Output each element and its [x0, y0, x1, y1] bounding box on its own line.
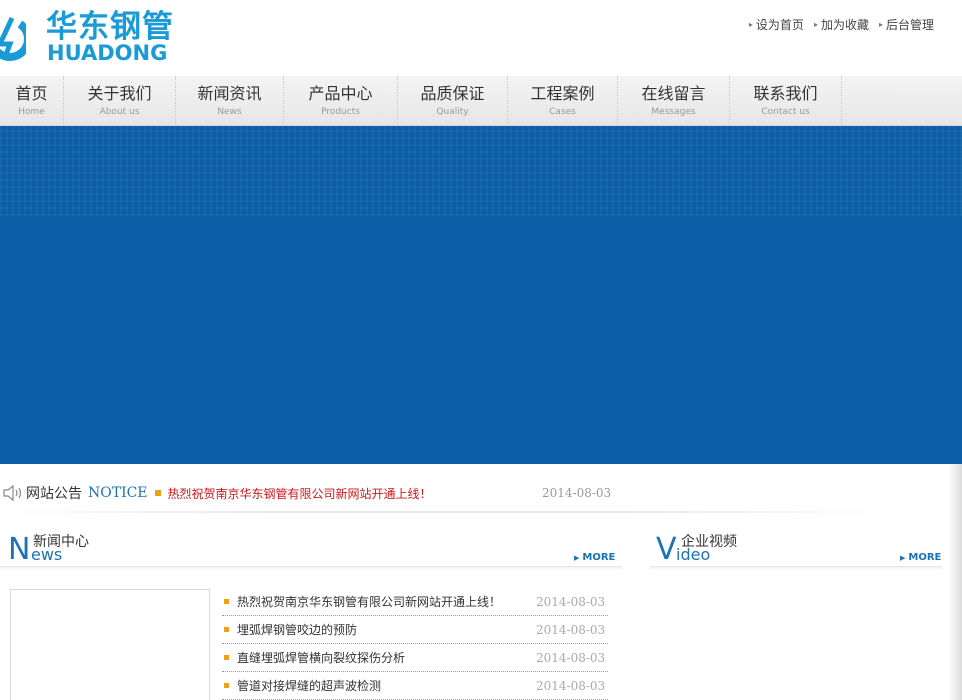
news-list: 热烈祝贺南京华东钢管有限公司新网站开通上线！ 2014-08-03 埋弧焊钢管咬…: [222, 588, 608, 700]
arrow-right-icon: ▸: [813, 20, 818, 29]
main-nav: 首页 Home 关于我们 About us 新闻资讯 News 产品中心 Pro…: [0, 76, 962, 126]
nav-item-products[interactable]: 产品中心 Products: [284, 76, 398, 126]
news-section-subtitle: ews: [31, 545, 63, 564]
nav-label: 联系我们: [753, 84, 818, 103]
nav-label: 关于我们: [87, 84, 152, 103]
add-favorite-link[interactable]: ▸ 加为收藏: [814, 16, 869, 33]
triangle-right-icon: ▶: [900, 553, 906, 562]
nav-sublabel: Quality: [436, 107, 469, 117]
nav-item-home[interactable]: 首页 Home: [0, 76, 64, 126]
site-header: 华东钢管 HUADONG ▸ 设为首页 ▸ 加为收藏 ▸ 后台管理: [0, 0, 962, 76]
news-date: 2014-08-03: [536, 594, 606, 609]
nav-sublabel: Contact us: [761, 107, 810, 117]
news-bullet: [224, 683, 229, 688]
news-link[interactable]: 直缝埋弧焊管横向裂纹探伤分析: [237, 649, 405, 666]
banner-texture: [0, 126, 962, 216]
nav-sublabel: Products: [321, 107, 360, 117]
notice-divider: [0, 511, 890, 513]
arrow-right-icon: ▸: [748, 20, 753, 29]
news-link[interactable]: 埋弧焊钢管咬边的预防: [237, 621, 357, 638]
video-more-label: MORE: [908, 552, 942, 563]
speaker-icon: [3, 484, 22, 502]
video-section-subtitle: ideo: [676, 545, 711, 564]
nav-item-quality[interactable]: 品质保证 Quality: [398, 76, 508, 126]
nav-item-cases[interactable]: 工程案例 Cases: [508, 76, 618, 126]
news-row: 埋弧焊钢管咬边的预防 2014-08-03: [222, 616, 608, 644]
news-row: 管道对接焊缝的超声波检测 2014-08-03: [222, 672, 608, 700]
news-date: 2014-08-03: [536, 678, 606, 693]
news-date: 2014-08-03: [536, 650, 606, 665]
news-row: 直缝埋弧焊管横向裂纹探伤分析 2014-08-03: [222, 644, 608, 672]
logo-chinese-text: 华东钢管: [46, 9, 174, 45]
news-image[interactable]: [10, 589, 210, 700]
admin-label: 后台管理: [885, 18, 934, 32]
news-more-link[interactable]: ▶ MORE: [574, 552, 615, 563]
nav-sublabel: News: [217, 107, 242, 117]
set-homepage-label: 设为首页: [755, 18, 804, 32]
nav-item-messages[interactable]: 在线留言 Messages: [618, 76, 730, 126]
nav-list: 首页 Home 关于我们 About us 新闻资讯 News 产品中心 Pro…: [0, 76, 962, 126]
news-link[interactable]: 管道对接焊缝的超声波检测: [237, 677, 381, 694]
page-edge-shadow: [948, 464, 962, 700]
news-row: 热烈祝贺南京华东钢管有限公司新网站开通上线！ 2014-08-03: [222, 588, 608, 616]
nav-sublabel: Cases: [549, 107, 576, 117]
site-logo[interactable]: 华东钢管 HUADONG: [0, 6, 190, 66]
nav-item-contact[interactable]: 联系我们 Contact us: [730, 76, 842, 126]
news-date: 2014-08-03: [536, 622, 606, 637]
notice-title: 网站公告: [26, 486, 82, 502]
nav-sublabel: Messages: [651, 107, 696, 117]
video-more-link[interactable]: ▶ MORE: [900, 552, 941, 563]
nav-label: 首页: [15, 84, 48, 103]
news-bullet: [224, 599, 229, 604]
notice-date: 2014-08-03: [542, 486, 612, 500]
news-bullet: [224, 627, 229, 632]
nav-item-news[interactable]: 新闻资讯 News: [176, 76, 284, 126]
set-homepage-link[interactable]: ▸ 设为首页: [749, 16, 804, 33]
notice-bar: 网站公告 NOTICE 热烈祝贺南京华东钢管有限公司新网站开通上线！ 2014-…: [0, 478, 900, 508]
notice-bullet: [154, 490, 161, 496]
nav-label: 新闻资讯: [197, 84, 262, 103]
nav-label: 产品中心: [308, 84, 373, 103]
hero-banner: [0, 126, 962, 464]
notice-title-en: NOTICE: [88, 485, 148, 501]
nav-item-about[interactable]: 关于我们 About us: [64, 76, 176, 126]
video-section-rule: [650, 566, 942, 570]
video-big-letter: V: [656, 532, 677, 567]
top-links: ▸ 设为首页 ▸ 加为收藏 ▸ 后台管理: [749, 16, 934, 33]
notice-link[interactable]: 热烈祝贺南京华东钢管有限公司新网站开通上线！: [168, 485, 432, 502]
arrow-right-icon: ▸: [878, 20, 883, 29]
news-bullet: [224, 655, 229, 660]
add-favorite-label: 加为收藏: [820, 18, 869, 32]
nav-label: 品质保证: [420, 84, 485, 103]
triangle-right-icon: ▶: [574, 553, 580, 562]
nav-sublabel: About us: [99, 107, 140, 117]
news-more-label: MORE: [582, 552, 616, 563]
nav-label: 在线留言: [641, 84, 706, 103]
logo-english-text: HUADONG: [47, 41, 168, 65]
nav-sublabel: Home: [18, 107, 45, 117]
nav-label: 工程案例: [530, 84, 595, 103]
admin-link[interactable]: ▸ 后台管理: [879, 16, 934, 33]
news-big-letter: N: [8, 532, 31, 567]
logo-mark-icon: [0, 16, 26, 61]
news-link[interactable]: 热烈祝贺南京华东钢管有限公司新网站开通上线！: [237, 593, 501, 610]
news-section-rule: [0, 566, 622, 570]
